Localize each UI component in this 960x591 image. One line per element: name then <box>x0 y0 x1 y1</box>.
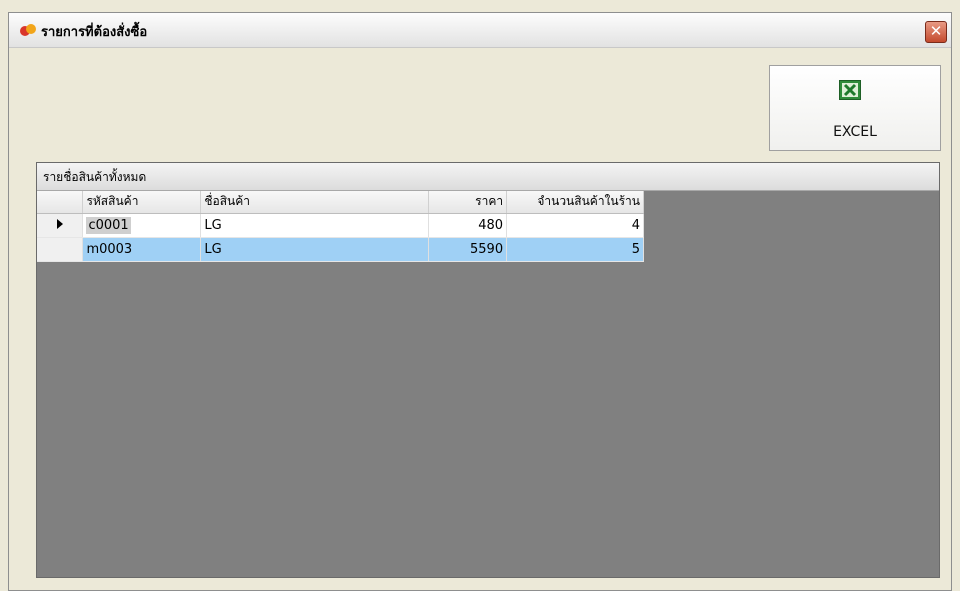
window-title: รายการที่ต้องสั่งซื้อ <box>41 25 148 40</box>
row-selector[interactable] <box>37 213 84 238</box>
cell-quantity[interactable]: 4 <box>506 213 644 238</box>
column-header-code[interactable]: รหัสสินค้า <box>82 191 202 214</box>
cell-price[interactable]: 480 <box>428 213 508 238</box>
cell-price[interactable]: 5590 <box>428 237 508 262</box>
cell-quantity[interactable]: 5 <box>506 237 644 262</box>
product-list-panel: รายชื่อสินค้าทั้งหมด รหัสสินค้า ชื่อสินค… <box>36 162 940 578</box>
export-excel-button[interactable]: EXCEL <box>769 65 941 151</box>
cell-code-value: c0001 <box>86 216 131 234</box>
app-icon <box>20 24 36 36</box>
row-selector-header <box>37 191 84 214</box>
table-row[interactable]: c0001 LG 480 4 <box>37 213 644 238</box>
grid-header-row: รหัสสินค้า ชื่อสินค้า ราคา จำนวนสินค้าใน… <box>37 191 644 214</box>
close-icon: ✕ <box>929 22 943 40</box>
column-header-price[interactable]: ราคา <box>428 191 508 214</box>
cell-code[interactable]: c0001 <box>82 213 202 238</box>
product-grid: รหัสสินค้า ชื่อสินค้า ราคา จำนวนสินค้าใน… <box>37 191 644 262</box>
cell-code[interactable]: m0003 <box>82 237 202 262</box>
column-header-name[interactable]: ชื่อสินค้า <box>200 191 430 214</box>
order-list-window: รายการที่ต้องสั่งซื้อ ✕ EXCEL รายชื่อสิน… <box>8 12 952 591</box>
cell-name[interactable]: LG <box>200 213 430 238</box>
export-excel-label: EXCEL <box>833 124 877 140</box>
row-pointer-icon <box>56 218 63 229</box>
close-button[interactable]: ✕ <box>925 21 947 43</box>
excel-icon <box>839 80 861 100</box>
column-header-quantity[interactable]: จำนวนสินค้าในร้าน <box>506 191 644 214</box>
title-bar[interactable]: รายการที่ต้องสั่งซื้อ ✕ <box>9 13 951 48</box>
cell-name[interactable]: LG <box>200 237 430 262</box>
row-selector[interactable] <box>37 237 84 262</box>
table-row[interactable]: m0003 LG 5590 5 <box>37 237 644 262</box>
panel-caption: รายชื่อสินค้าทั้งหมด <box>37 163 939 191</box>
